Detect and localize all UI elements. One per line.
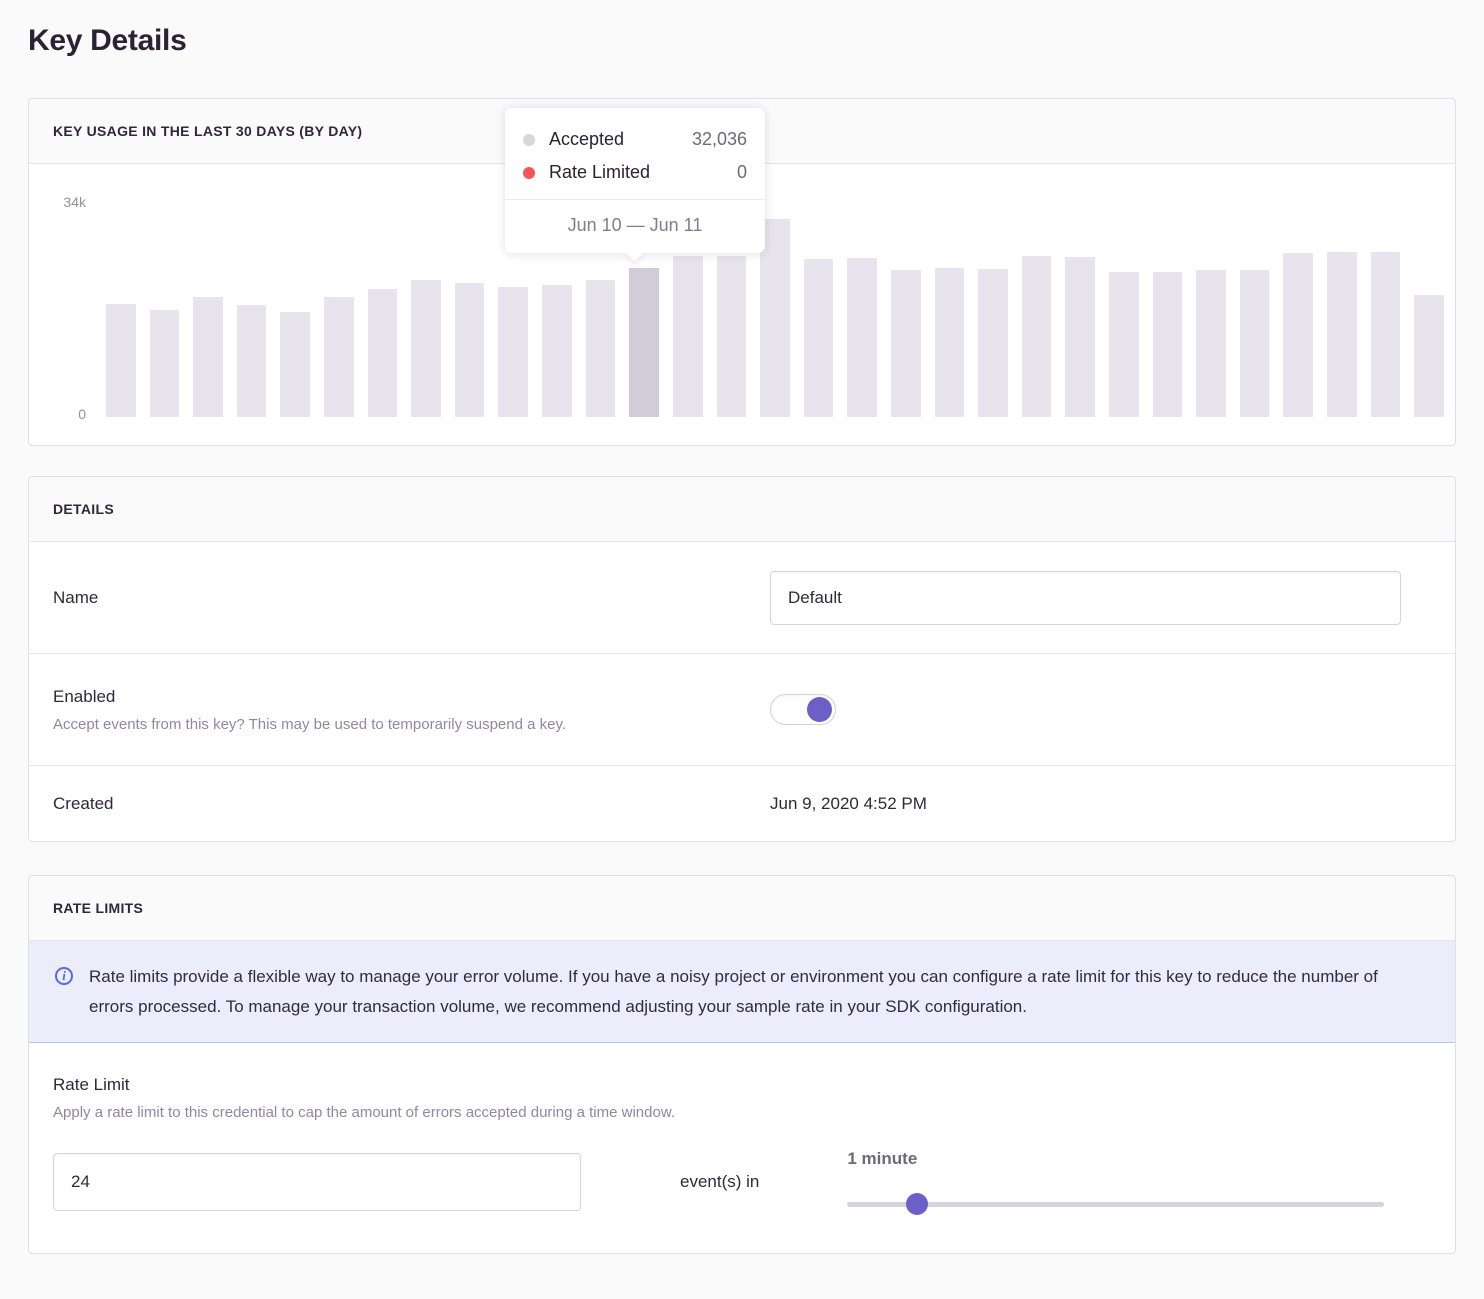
rate-limit-window-label: 1 minute	[847, 1149, 1384, 1169]
name-label: Name	[29, 588, 770, 608]
info-alert: i Rate limits provide a flexible way to …	[29, 941, 1455, 1043]
enabled-label-group: Enabled Accept events from this key? Thi…	[29, 687, 770, 733]
slider-knob[interactable]	[906, 1193, 928, 1215]
bar[interactable]	[586, 280, 616, 417]
bar[interactable]	[1240, 270, 1270, 417]
rate-limit-count-input[interactable]	[53, 1153, 581, 1211]
bar[interactable]	[1283, 253, 1313, 417]
enabled-label: Enabled	[53, 687, 770, 707]
rate-limits-panel-header: RATE LIMITS	[29, 876, 1455, 941]
y-axis-min-label: 0	[29, 406, 86, 422]
bar[interactable]	[106, 304, 136, 417]
bar[interactable]	[411, 280, 441, 417]
bar[interactable]	[1153, 272, 1183, 417]
bar[interactable]	[498, 287, 528, 417]
bar[interactable]	[1414, 295, 1444, 417]
accepted-dot-icon	[523, 134, 535, 146]
bar[interactable]	[193, 297, 223, 417]
bar-highlighted[interactable]	[629, 268, 659, 417]
bar[interactable]	[542, 285, 572, 417]
tooltip-label-rate-limited: Rate Limited	[549, 162, 650, 183]
info-icon: i	[55, 967, 73, 985]
y-axis-max-label: 34k	[29, 194, 86, 210]
bar[interactable]	[150, 310, 180, 417]
rate-limit-controls: event(s) in 1 minute	[53, 1149, 1431, 1253]
key-details-page: Key Details KEY USAGE IN THE LAST 30 DAY…	[0, 0, 1484, 1254]
bar[interactable]	[1065, 257, 1095, 417]
name-control	[770, 571, 1455, 625]
rate-limit-window-slider[interactable]	[847, 1193, 1384, 1215]
details-panel: DETAILS Name Enabled Accept events from …	[28, 476, 1456, 842]
details-panel-header: DETAILS	[29, 477, 1455, 542]
bar[interactable]	[673, 256, 703, 417]
rate-limits-panel: RATE LIMITS i Rate limits provide a flex…	[28, 875, 1456, 1254]
chart-tooltip: Accepted 32,036 Rate Limited 0 Jun 10 — …	[505, 108, 765, 253]
created-value: Jun 9, 2020 4:52 PM	[770, 794, 927, 813]
enabled-help-text: Accept events from this key? This may be…	[53, 716, 770, 733]
bar[interactable]	[1196, 270, 1226, 417]
tooltip-label-accepted: Accepted	[549, 129, 624, 150]
created-label: Created	[29, 794, 770, 814]
bar[interactable]	[368, 289, 398, 417]
tooltip-value-rate-limited: 0	[737, 162, 747, 183]
toggle-knob[interactable]	[807, 697, 832, 722]
info-alert-text: Rate limits provide a flexible way to ma…	[89, 962, 1419, 1022]
bar[interactable]	[891, 270, 921, 417]
bar[interactable]	[1109, 272, 1139, 417]
bar[interactable]	[324, 297, 354, 417]
rate-limited-dot-icon	[523, 167, 535, 179]
events-in-label: event(s) in	[680, 1172, 759, 1192]
enabled-row: Enabled Accept events from this key? Thi…	[29, 654, 1455, 766]
usage-panel: KEY USAGE IN THE LAST 30 DAYS (BY DAY) 3…	[28, 98, 1456, 446]
rate-limit-label: Rate Limit	[53, 1075, 1431, 1095]
name-row: Name	[29, 542, 1455, 654]
bar[interactable]	[978, 269, 1008, 417]
bar[interactable]	[935, 268, 965, 417]
bar[interactable]	[1371, 252, 1401, 417]
enabled-control	[770, 694, 1455, 725]
bar[interactable]	[280, 312, 310, 417]
enabled-toggle[interactable]	[770, 694, 836, 725]
rate-limit-row: Rate Limit Apply a rate limit to this cr…	[29, 1043, 1455, 1253]
bar-series[interactable]	[106, 201, 1444, 417]
bar[interactable]	[717, 256, 747, 417]
tooltip-row-rate-limited: Rate Limited 0	[523, 156, 747, 189]
tooltip-row-accepted: Accepted 32,036	[523, 123, 747, 156]
tooltip-value-accepted: 32,036	[692, 129, 747, 150]
bar[interactable]	[804, 259, 834, 417]
rate-limit-window-group: 1 minute	[847, 1149, 1384, 1215]
bar[interactable]	[237, 305, 267, 417]
bar[interactable]	[847, 258, 877, 417]
bar[interactable]	[1022, 256, 1052, 417]
page-title: Key Details	[28, 24, 1456, 58]
created-control: Jun 9, 2020 4:52 PM	[770, 794, 1455, 814]
rate-limit-help-text: Apply a rate limit to this credential to…	[53, 1104, 1431, 1121]
created-row: Created Jun 9, 2020 4:52 PM	[29, 766, 1455, 841]
bar[interactable]	[455, 283, 485, 417]
tooltip-legend-rows: Accepted 32,036 Rate Limited 0	[505, 108, 765, 199]
name-input[interactable]	[770, 571, 1401, 625]
bar[interactable]	[1327, 252, 1357, 417]
